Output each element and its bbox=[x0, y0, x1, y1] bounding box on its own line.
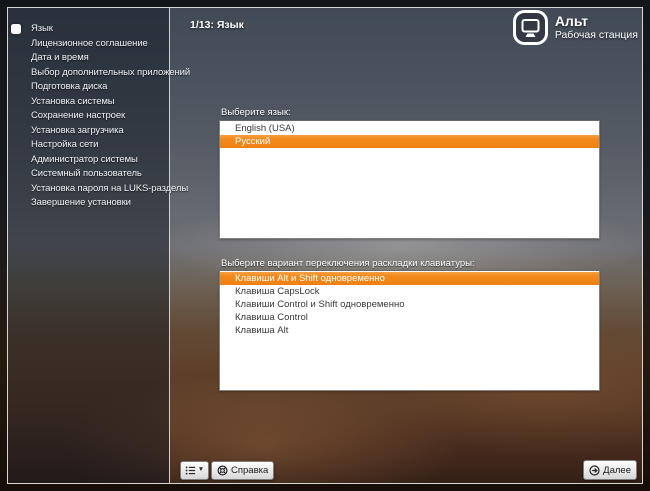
next-button[interactable]: Далее bbox=[583, 460, 637, 480]
sidebar-step-label: Дата и время bbox=[31, 52, 89, 63]
help-button[interactable]: Справка bbox=[211, 461, 275, 480]
sidebar-step-label: Сохранение настроек bbox=[31, 110, 126, 121]
sidebar-step-label: Системный пользователь bbox=[31, 168, 142, 179]
brand-name: Альт bbox=[554, 13, 589, 29]
language-listbox: English (USA) Русский bbox=[219, 120, 600, 239]
sidebar-step-label: Настройка сети bbox=[31, 139, 99, 150]
keyboard-section-label: Выберите вариант переключения раскладки … bbox=[221, 258, 475, 269]
sidebar-step: Установка системы bbox=[8, 95, 169, 110]
brand: Альт Рабочая станция bbox=[512, 9, 638, 46]
sidebar-step-label: Завершение установки bbox=[31, 197, 131, 208]
current-step-checkbox-icon bbox=[11, 24, 21, 34]
language-section-label: Выберите язык: bbox=[221, 107, 291, 118]
steps-sidebar: Язык Лицензионное соглашение Дата и время В… bbox=[8, 8, 190, 483]
sidebar-step-label: Установка системы bbox=[31, 95, 115, 107]
sidebar-step-label: Подготовка диска bbox=[31, 81, 108, 92]
brand-text: Альт Рабочая станция bbox=[555, 13, 638, 42]
sidebar-step-label: Установка пароля на LUKS-разделы bbox=[31, 182, 189, 194]
sidebar-step: Сохранение настроек bbox=[8, 109, 169, 124]
keyboard-switch-option[interactable]: Клавиши Control и Shift одновременно bbox=[220, 298, 599, 311]
sidebar-step: Установка загрузчика bbox=[8, 124, 169, 139]
brand-subtitle: Рабочая станция bbox=[554, 29, 638, 41]
sidebar-step: Системный пользователь bbox=[8, 167, 169, 182]
sidebar-step: Установка пароля на LUKS-разделы bbox=[8, 182, 188, 197]
sidebar-step: Администратор системы bbox=[8, 153, 169, 168]
alt-monitor-icon bbox=[512, 9, 549, 46]
keyboard-switch-option[interactable]: Клавиша Control bbox=[220, 311, 599, 324]
next-button-label: Далее bbox=[603, 464, 631, 476]
sidebar-step: Подготовка диска bbox=[8, 80, 169, 95]
installer-window: Язык Лицензионное соглашение Дата и время В… bbox=[7, 7, 643, 484]
sidebar-step: Настройка сети bbox=[8, 138, 169, 153]
sidebar-step-label: Выбор дополнительных приложений bbox=[31, 66, 191, 78]
sidebar-step-label: Администратор системы bbox=[31, 153, 138, 165]
lifebuoy-icon bbox=[217, 465, 228, 476]
screen: { "header": { "step_title": "1/13: Язык"… bbox=[0, 0, 650, 491]
sidebar-step-label: Установка загрузчика bbox=[31, 124, 124, 136]
sidebar-step-current: Язык bbox=[8, 22, 169, 37]
sidebar-step: Завершение установки bbox=[8, 196, 169, 211]
list-menu-icon bbox=[185, 465, 196, 476]
keyboard-switch-option[interactable]: Клавиша CapsLock bbox=[220, 285, 599, 298]
chevron-down-icon: ▼ bbox=[197, 466, 205, 474]
help-button-label: Справка bbox=[231, 465, 269, 476]
circle-arrow-right-icon bbox=[589, 464, 600, 476]
sidebar-step-label: Язык bbox=[31, 23, 53, 34]
keyboard-switch-option[interactable]: Клавиша Alt bbox=[220, 324, 599, 337]
language-option-selected[interactable]: Русский bbox=[220, 135, 599, 148]
sidebar-step: Дата и время bbox=[8, 51, 169, 66]
keyboard-switch-listbox: Клавиши Alt и Shift одновременно Клавиша … bbox=[219, 270, 600, 391]
menu-button[interactable]: ▼ bbox=[180, 461, 209, 480]
language-option[interactable]: English (USA) bbox=[220, 122, 599, 135]
sidebar-step: Выбор дополнительных приложений bbox=[8, 66, 190, 81]
page-title: 1/13: Язык bbox=[190, 19, 244, 31]
sidebar-step: Лицензионное соглашение bbox=[8, 37, 169, 52]
sidebar-step-label: Лицензионное соглашение bbox=[31, 37, 148, 49]
keyboard-switch-option-selected[interactable]: Клавиши Alt и Shift одновременно bbox=[220, 272, 599, 285]
